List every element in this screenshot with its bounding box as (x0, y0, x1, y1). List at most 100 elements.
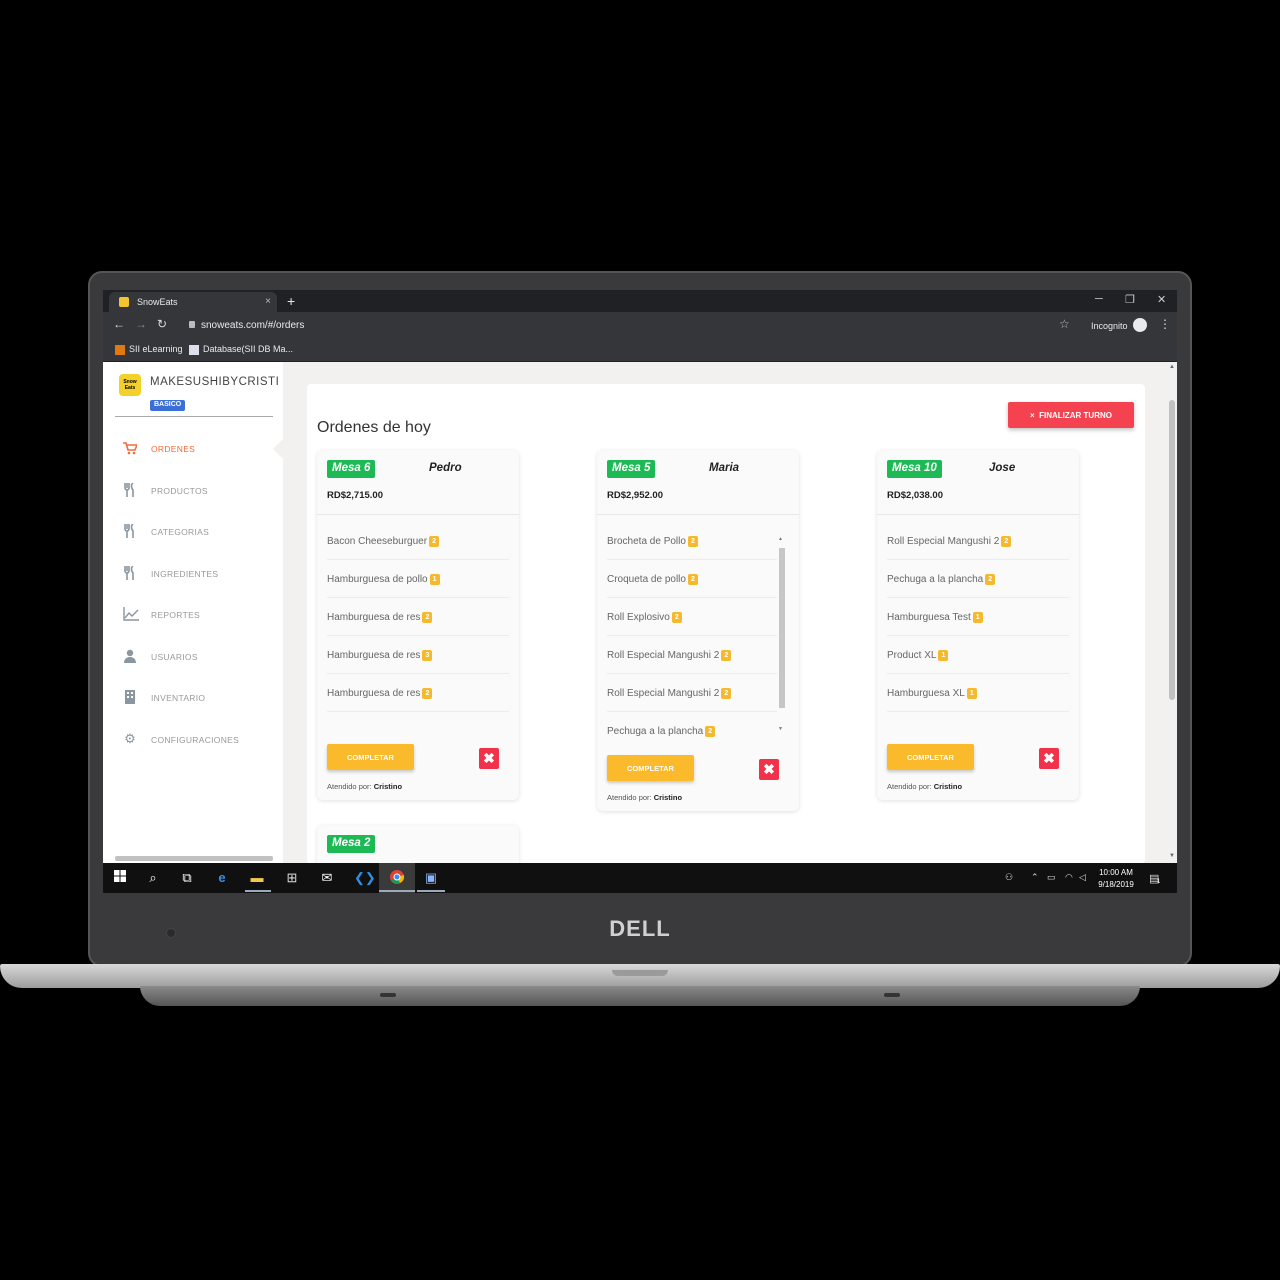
waiter-name: Maria (709, 462, 740, 474)
document-icon (189, 344, 199, 355)
item-name: Hamburguesa Test (887, 612, 971, 624)
search-icon[interactable]: ⌕ (145, 870, 161, 886)
sidebar-item-reportes[interactable]: REPORTES (103, 601, 283, 629)
sidebar-scrollbar[interactable] (115, 856, 273, 861)
sidebar-item-categorias[interactable]: CATEGORIAS (103, 518, 283, 546)
clock-time: 10:00 AM (1099, 868, 1133, 877)
finalizar-turno-button[interactable]: × FINALIZAR TURNO (1008, 402, 1134, 428)
chart-line-icon (123, 607, 139, 621)
sidebar-item-productos[interactable]: PRODUCTOS (103, 477, 283, 505)
sidebar-item-ingredientes[interactable]: INGREDIENTES (103, 560, 283, 588)
browser-tab[interactable]: SnowEats × (109, 292, 277, 312)
shop-name: MAKESUSHIBYCRISTINA (150, 376, 280, 388)
incognito-icon[interactable] (1133, 318, 1147, 332)
order-total: RD$2,038.00 (887, 490, 943, 501)
sidebar-item-usuarios[interactable]: USUARIOS (103, 643, 283, 671)
sidebar-item-ordenes[interactable]: ORDENES (103, 435, 283, 463)
order-item: Brocheta de Pollo 2 (607, 522, 777, 560)
browser-toolbar: ← → ↻ snoweats.com/#/orders ☆ Incognito … (103, 312, 1177, 338)
battery-icon[interactable]: ▭ (1047, 872, 1056, 883)
file-explorer-icon[interactable]: ▬ (249, 870, 265, 886)
bookmark-item[interactable]: SII eLearning (115, 344, 183, 355)
completar-button[interactable]: COMPLETAR (887, 744, 974, 770)
cart-icon (123, 441, 139, 455)
minimize-button[interactable]: ─ (1095, 293, 1103, 305)
waiter-name: Jose (989, 462, 1016, 474)
order-items-list: Bacon Cheeseburguer 2 Hamburguesa de poll… (327, 522, 509, 722)
system-clock[interactable]: 10:00 AM 9/18/2019 (1093, 867, 1139, 891)
items-scrollbar[interactable]: ▲ ▼ (777, 536, 787, 736)
more-menu-icon[interactable]: ⋮ (1159, 317, 1171, 331)
attended-prefix: Atendido por: (887, 782, 932, 791)
cancel-order-icon[interactable]: ✖ (479, 748, 499, 769)
table-badge: Mesa 6 (327, 460, 376, 478)
item-name: Product XL (887, 650, 937, 662)
order-items-list: Roll Especial Mangushi 22 Pechuga a la p… (887, 522, 1069, 722)
restore-button[interactable]: ❐ (1125, 293, 1135, 306)
new-tab-button[interactable]: + (287, 293, 295, 309)
scroll-down-arrow-icon[interactable]: ▼ (1169, 853, 1175, 859)
order-item: Bacon Cheeseburguer 2 (327, 522, 509, 560)
lock-icon (189, 321, 195, 328)
item-name: Hamburguesa de res (327, 650, 421, 662)
running-indicator (245, 890, 271, 892)
qty-badge: 1 (966, 688, 977, 699)
people-icon[interactable]: ⚇ (1005, 872, 1013, 883)
scroll-down-arrow-icon[interactable]: ▼ (778, 726, 783, 732)
qty-badge: 3 (422, 650, 433, 661)
scroll-up-arrow-icon[interactable]: ▲ (1169, 364, 1175, 370)
windows-start-icon[interactable] (112, 870, 128, 886)
app-area: Snow Eats MAKESUSHIBYCRISTINA BASICO ORD… (103, 362, 1177, 885)
volume-icon[interactable]: ◁ (1079, 872, 1086, 883)
store-icon[interactable]: ⊞ (284, 870, 300, 886)
clock-date: 9/18/2019 (1098, 880, 1134, 889)
item-name: Croqueta de pollo (607, 574, 686, 586)
cancel-order-icon[interactable]: ✖ (759, 759, 779, 780)
scrollbar-thumb[interactable] (1169, 400, 1175, 700)
qty-badge: 1 (429, 574, 440, 585)
item-name: Hamburguesa XL (887, 688, 965, 700)
tab-close-icon[interactable]: × (265, 296, 271, 307)
edge-browser-icon[interactable]: e (214, 870, 230, 886)
cancel-order-icon[interactable]: ✖ (1039, 748, 1059, 769)
scroll-up-arrow-icon[interactable]: ▲ (778, 536, 783, 542)
vscode-icon[interactable]: ❮❯ (354, 870, 376, 886)
wifi-icon[interactable]: ◠ (1065, 872, 1073, 883)
qty-badge: 2 (671, 612, 682, 623)
chrome-icon[interactable] (389, 870, 405, 886)
close-window-button[interactable]: ✕ (1157, 293, 1166, 306)
address-bar[interactable]: snoweats.com/#/orders (181, 315, 1081, 335)
sidebar-item-configuraciones[interactable]: ⚙ CONFIGURACIONES (103, 726, 283, 754)
order-item: Roll Especial Mangushi 22 (607, 636, 777, 674)
item-name: Hamburguesa de res (327, 612, 421, 624)
remote-desktop-icon[interactable]: ▣ (423, 870, 439, 886)
item-name: Hamburguesa de pollo (327, 574, 428, 586)
address-text: snoweats.com/#/orders (201, 320, 305, 331)
completar-button[interactable]: COMPLETAR (327, 744, 414, 770)
user-icon (123, 649, 137, 663)
card-divider (877, 514, 1079, 515)
completar-button[interactable]: COMPLETAR (607, 755, 694, 781)
table-badge: Mesa 5 (607, 460, 656, 478)
qty-badge: 2 (422, 688, 433, 699)
utensils-icon (123, 482, 137, 497)
utensils-icon (123, 523, 137, 538)
reload-icon[interactable]: ↻ (157, 317, 167, 331)
task-view-icon[interactable]: ⧉ (179, 870, 195, 886)
tray-chevron-icon[interactable]: ⌃ (1031, 872, 1039, 883)
order-item: Hamburguesa Test 1 (887, 598, 1069, 636)
mail-icon[interactable]: ✉ (319, 870, 335, 886)
attended-prefix: Atendido por: (607, 793, 652, 802)
qty-badge: 2 (705, 726, 716, 737)
back-arrow-icon[interactable]: ← (113, 317, 125, 331)
bookmark-star-icon[interactable]: ☆ (1059, 317, 1070, 331)
order-item: Roll Especial Mangushi 22 (607, 674, 777, 712)
item-name: Pechuga a la plancha (607, 726, 704, 738)
bookmark-item[interactable]: Database(SII DB Ma... (189, 344, 293, 355)
forward-arrow-icon[interactable]: → (135, 317, 147, 331)
card-divider (317, 514, 519, 515)
sidebar-item-inventario[interactable]: INVENTARIO (103, 684, 283, 712)
page-scrollbar[interactable]: ▲ ▼ (1167, 362, 1177, 863)
item-name: Roll Especial Mangushi 2 (887, 536, 1000, 548)
scrollbar-thumb[interactable] (779, 548, 785, 708)
